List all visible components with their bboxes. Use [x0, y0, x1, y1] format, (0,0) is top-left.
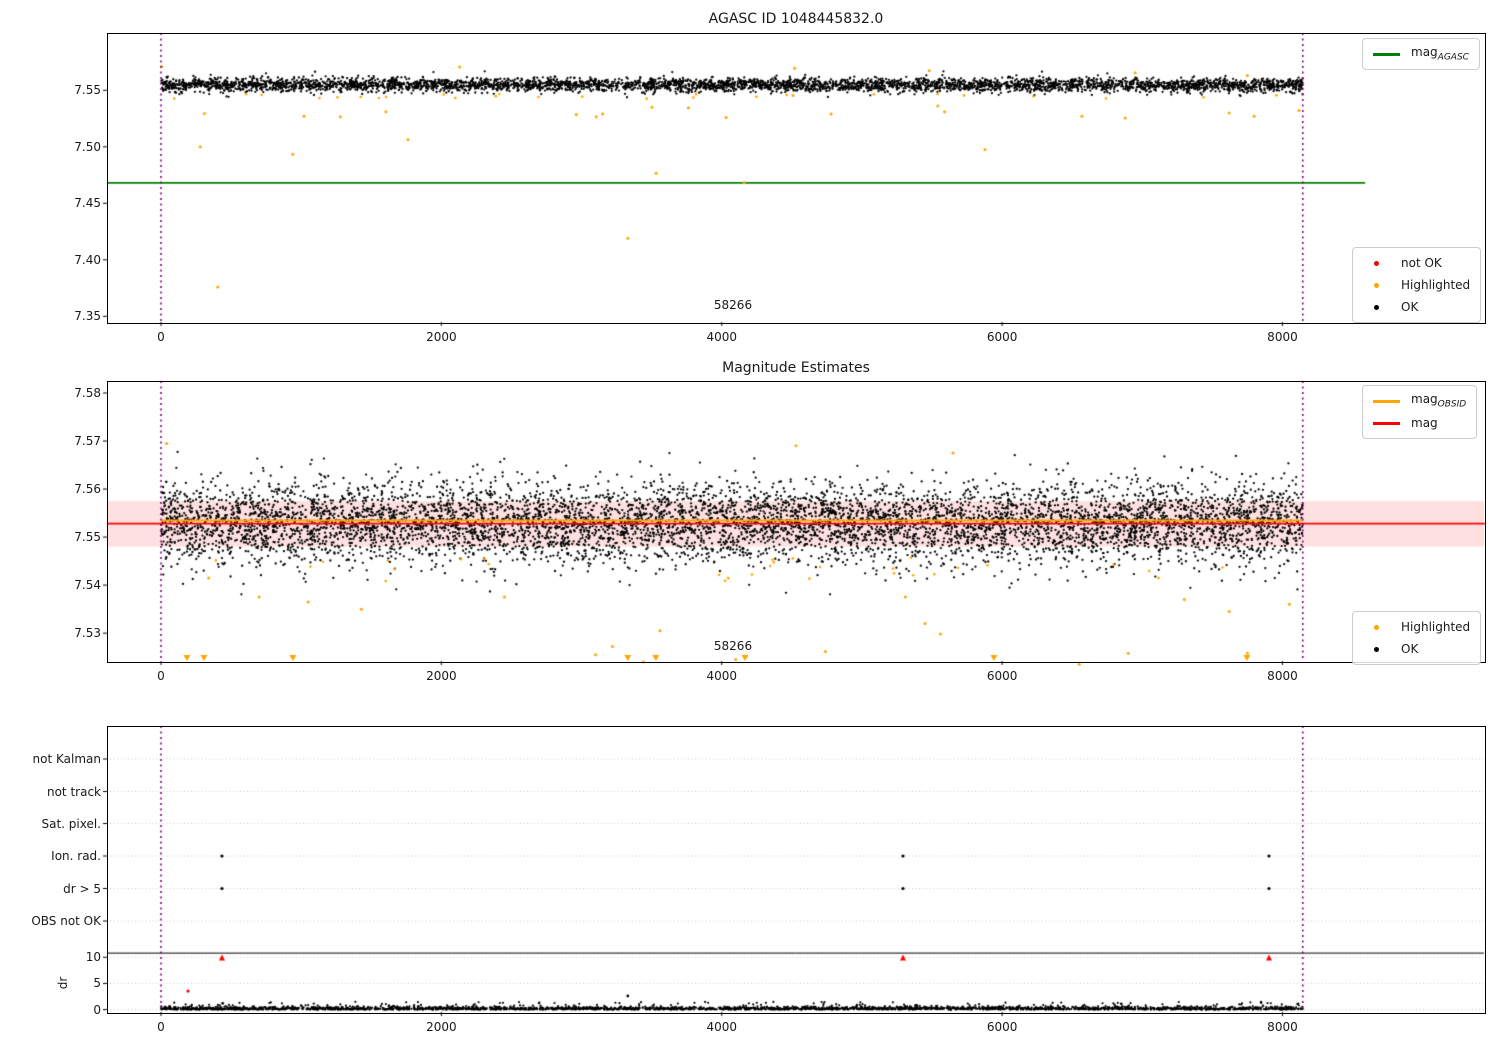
x-tick-label: 2000 — [426, 330, 457, 344]
orange-dot-swatch — [1359, 624, 1393, 630]
legend-label: magOBSID — [1411, 392, 1467, 410]
category-tick-label: Sat. pixel. — [41, 816, 101, 831]
panel2-title: Magnitude Estimates — [722, 360, 870, 376]
legend-label: magAGASC — [1411, 45, 1469, 63]
y-tick-label: 7.45 — [74, 196, 101, 211]
x-tick-label: 8000 — [1267, 330, 1298, 344]
x-tick-label: 2000 — [426, 1020, 457, 1034]
y-tick-label: 7.57 — [74, 434, 101, 449]
x-tick-label: 6000 — [986, 1020, 1018, 1034]
figure: AGASC ID 1048445832.0 Magnitude Estimate… — [0, 0, 1500, 1050]
orange-line-swatch — [1369, 399, 1403, 403]
category-tick-label: dr > 5 — [63, 881, 101, 896]
y-tick-label: 7.50 — [74, 139, 101, 154]
green-line-swatch — [1369, 52, 1403, 56]
legend-item-mag: mag — [1369, 412, 1466, 434]
legend-item-ok: OK — [1359, 296, 1470, 318]
x-tick-label: 4000 — [706, 330, 737, 344]
dr-tick-label: 0 — [93, 1002, 101, 1017]
y-tick-label: 7.56 — [74, 482, 101, 497]
legend-item-not-ok: not OK — [1359, 252, 1470, 274]
black-dot-swatch — [1359, 646, 1393, 652]
black-dot-swatch — [1359, 304, 1393, 310]
x-tick-label: 0 — [157, 669, 165, 683]
x-tick-label: 8000 — [1267, 669, 1298, 683]
dr-tick-label: 5 — [93, 976, 101, 991]
y-tick-label: 7.58 — [74, 385, 101, 400]
x-tick-label: 6000 — [986, 669, 1018, 683]
y-tick-label: 7.35 — [74, 309, 101, 324]
panel1-marker-legend: not OK Highlighted OK — [1352, 247, 1482, 323]
y-tick-label: 7.53 — [74, 626, 101, 641]
legend-item-ok: OK — [1359, 638, 1470, 660]
legend-item-highlighted: Highlighted — [1359, 616, 1470, 638]
red-line-swatch — [1369, 421, 1403, 425]
orange-dot-swatch — [1359, 282, 1393, 288]
x-tick-label: 8000 — [1267, 1020, 1298, 1034]
legend-item-mag-agasc: magAGASC — [1369, 43, 1469, 65]
panel2-marker-legend: Highlighted OK — [1352, 611, 1482, 665]
legend-item-mag-obsid: magOBSID — [1369, 390, 1466, 412]
x-tick-label: 4000 — [706, 669, 737, 683]
x-tick-label: 2000 — [426, 669, 457, 683]
dr-tick-label: 10 — [85, 950, 101, 965]
category-tick-label: not track — [46, 784, 101, 799]
y-tick-label: 7.55 — [74, 83, 101, 98]
y-tick-label: 7.55 — [74, 530, 101, 545]
x-tick-label: 6000 — [986, 330, 1018, 344]
category-tick-label: Ion. rad. — [51, 849, 101, 863]
y-tick-label: 7.54 — [74, 578, 101, 593]
x-tick-label: 4000 — [706, 1020, 737, 1034]
y-tick-label: 7.40 — [74, 252, 101, 267]
category-tick-label: OBS not OK — [31, 914, 101, 928]
panel1-line-legend: magAGASC — [1362, 38, 1480, 70]
x-tick-label: 0 — [157, 330, 165, 344]
panel1-title: AGASC ID 1048445832.0 — [708, 11, 884, 27]
panel1-obsid-annotation: 58266 — [713, 298, 753, 312]
category-tick-label: not Kalman — [32, 752, 101, 766]
red-dot-swatch — [1359, 260, 1393, 266]
x-tick-label: 0 — [157, 1020, 165, 1034]
panel2-line-legend: magOBSID mag — [1362, 385, 1478, 439]
chart-canvas — [0, 0, 1500, 1050]
panel2-obsid-annotation: 58266 — [713, 639, 753, 653]
legend-item-highlighted: Highlighted — [1359, 274, 1470, 296]
